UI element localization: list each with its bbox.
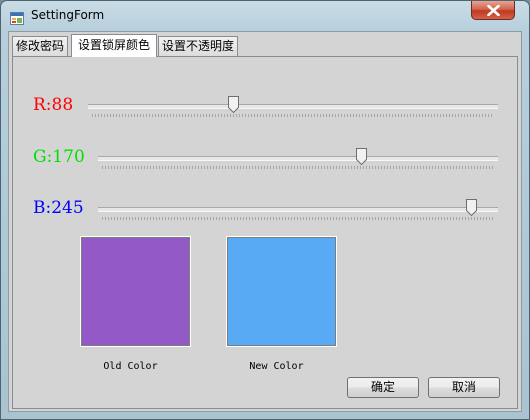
window-title: SettingForm: [31, 8, 105, 22]
green-slider[interactable]: [98, 144, 498, 174]
slider-thumb[interactable]: [466, 199, 478, 216]
new-color-caption: New Color: [249, 361, 304, 372]
cancel-button[interactable]: 取消: [428, 377, 500, 398]
new-color-swatch: [226, 236, 337, 347]
red-label: R:88: [33, 95, 74, 115]
slider-thumb[interactable]: [355, 148, 367, 165]
form-client-area: 修改密码 设置锁屏颜色 设置不透明度 R:88 G:170 B:245 Old …: [8, 31, 522, 412]
tab-lockscreen-color[interactable]: 设置锁屏颜色: [71, 34, 157, 57]
close-x-icon: [487, 5, 500, 16]
tab-panel-lockscreen-color: R:88 G:170 B:245 Old Color New Color 确定 …: [12, 56, 518, 409]
red-slider[interactable]: [88, 92, 498, 122]
blue-label: B:245: [33, 198, 84, 218]
tab-change-password[interactable]: 修改密码: [12, 36, 68, 56]
slider-ticks: [92, 114, 494, 117]
slider-thumb[interactable]: [228, 96, 240, 113]
blue-slider[interactable]: [98, 195, 498, 225]
slider-track: [98, 207, 498, 212]
ok-button[interactable]: 确定: [347, 377, 419, 398]
slider-ticks: [102, 166, 494, 169]
windows-form-icon: [10, 10, 24, 25]
slider-ticks: [102, 217, 494, 220]
old-color-swatch: [80, 236, 191, 347]
slider-track: [98, 156, 498, 161]
setting-form-window: SettingForm 修改密码 设置锁屏颜色 设置不透明度 R:88 G:17…: [0, 0, 530, 420]
tab-opacity[interactable]: 设置不透明度: [158, 36, 238, 56]
old-color-caption: Old Color: [103, 361, 158, 372]
slider-track: [88, 104, 498, 109]
close-button[interactable]: [471, 1, 515, 20]
green-label: G:170: [33, 147, 85, 167]
title-bar[interactable]: SettingForm: [1, 1, 529, 31]
